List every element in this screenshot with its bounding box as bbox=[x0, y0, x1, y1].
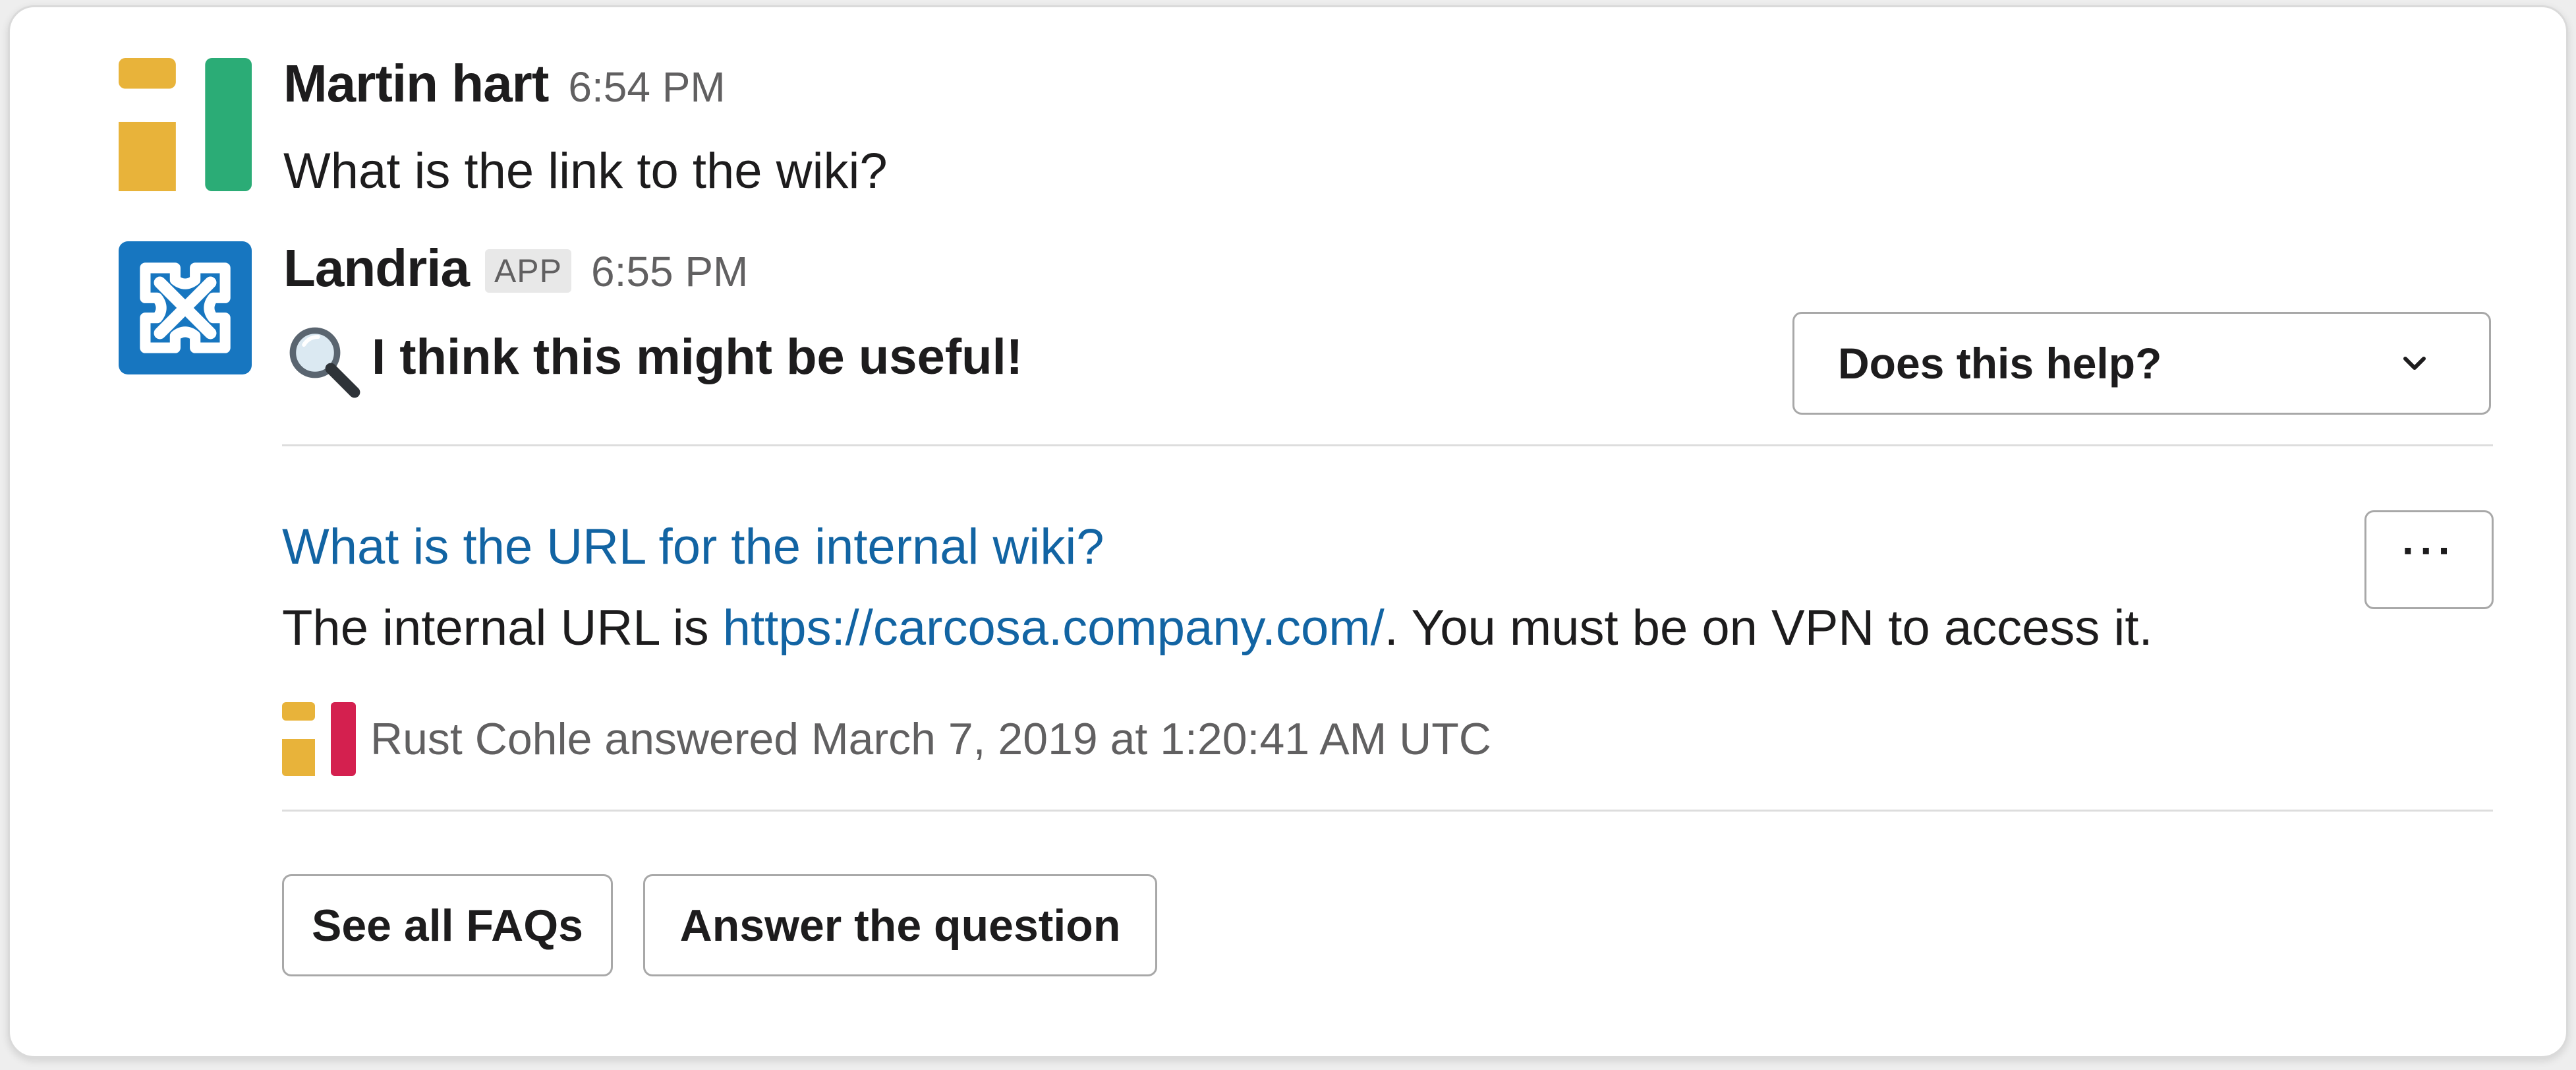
bot-message-label: I think this might be useful! bbox=[372, 328, 1023, 385]
magnifying-glass-icon bbox=[289, 327, 360, 398]
answer-prefix: The internal URL is bbox=[282, 600, 723, 656]
answer-suffix: . You must be on VPN to access it. bbox=[1384, 600, 2153, 656]
answer-question-button[interactable]: Answer the question bbox=[643, 874, 1157, 976]
app-badge: APP bbox=[484, 249, 572, 293]
faq-question-link[interactable]: What is the URL for the internal wiki? bbox=[282, 518, 1104, 576]
select-label: Does this help? bbox=[1838, 339, 2162, 388]
chevron-down-icon bbox=[2403, 357, 2426, 370]
divider bbox=[282, 810, 2493, 812]
timestamp[interactable]: 6:55 PM bbox=[591, 247, 748, 296]
author-name[interactable]: Landria bbox=[283, 238, 470, 299]
does-this-help-select[interactable]: Does this help? bbox=[1792, 312, 2491, 415]
message-header: Landria APP 6:55 PM bbox=[283, 238, 748, 299]
answered-by-text: Rust Cohle answered March 7, 2019 at 1:2… bbox=[370, 714, 1491, 764]
timestamp[interactable]: 6:54 PM bbox=[568, 63, 725, 111]
wiki-url-link[interactable]: https://carcosa.company.com/ bbox=[723, 600, 1385, 656]
more-icon: ··· bbox=[2402, 527, 2456, 574]
bot-message-text: I think this might be useful! bbox=[283, 317, 1023, 398]
avatar-martin-hart[interactable] bbox=[119, 58, 252, 191]
more-actions-button[interactable]: ··· bbox=[2364, 510, 2494, 609]
divider bbox=[282, 444, 2493, 446]
answer-attribution: Rust Cohle answered March 7, 2019 at 1:2… bbox=[282, 702, 1491, 776]
author-name[interactable]: Martin hart bbox=[283, 53, 549, 114]
avatar-rust-cohle bbox=[282, 702, 356, 776]
message-header: Martin hart 6:54 PM bbox=[283, 53, 726, 114]
message-card: Martin hart 6:54 PM What is the link to … bbox=[8, 5, 2568, 1058]
see-all-faqs-button[interactable]: See all FAQs bbox=[282, 874, 613, 976]
faq-answer: The internal URL is https://carcosa.comp… bbox=[282, 599, 2153, 657]
avatar-landria[interactable] bbox=[119, 241, 252, 374]
message-text: What is the link to the wiki? bbox=[283, 143, 888, 199]
